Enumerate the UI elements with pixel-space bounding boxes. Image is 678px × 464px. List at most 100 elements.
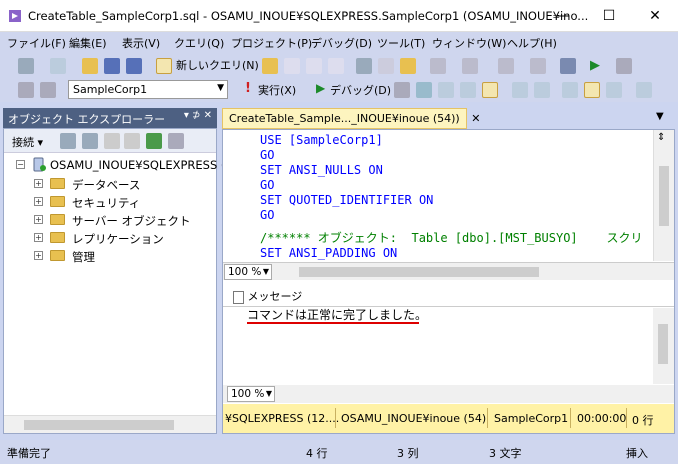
query-designer-icon[interactable] <box>460 82 476 98</box>
change-connection-icon[interactable] <box>40 82 56 98</box>
undo-icon[interactable] <box>430 58 446 74</box>
folder-icon <box>50 214 65 225</box>
menu-debug[interactable]: デバッグ(D) <box>311 35 372 51</box>
cancel-query-icon[interactable] <box>394 82 410 98</box>
activity-monitor-icon[interactable] <box>560 58 576 74</box>
separator <box>570 408 571 428</box>
new-query-button[interactable]: 新しいクエリ(N) <box>176 57 259 73</box>
find-icon[interactable] <box>616 58 632 74</box>
expand-icon[interactable]: + <box>34 215 43 224</box>
scroll-thumb[interactable] <box>299 267 539 277</box>
scroll-thumb[interactable] <box>24 420 174 430</box>
editor-horizontal-scrollbar[interactable]: 100 % ▼ <box>223 262 674 280</box>
cut-icon[interactable] <box>356 58 372 74</box>
editor-zoom[interactable]: 100 % ▼ <box>224 264 272 280</box>
document-tab[interactable]: CreateTable_Sample..._INOUE¥inoue (54)) … <box>222 108 480 129</box>
collapse-icon[interactable]: − <box>16 160 25 169</box>
chevron-down-icon: ▼ <box>265 389 272 398</box>
comment-icon[interactable] <box>606 82 622 98</box>
tab-messages[interactable]: メッセージ <box>229 286 306 306</box>
results-to-file-icon[interactable] <box>584 82 600 98</box>
dmx-query-icon[interactable] <box>306 58 322 74</box>
query-file-icon[interactable] <box>262 58 278 74</box>
code-line[interactable]: USE [SampleCorp1] <box>260 133 383 148</box>
client-statistics-icon[interactable] <box>512 82 528 98</box>
scroll-thumb[interactable] <box>659 166 669 226</box>
disconnect-icon[interactable] <box>82 133 98 149</box>
tab-dropdown-icon[interactable]: ▼ <box>656 111 664 122</box>
copy-icon[interactable] <box>378 58 394 74</box>
execute-button[interactable]: 実行(X) <box>258 82 296 98</box>
new-project-icon[interactable] <box>18 58 34 74</box>
save-all-icon[interactable] <box>126 58 142 74</box>
chevron-down-icon: ▼ <box>262 267 269 276</box>
add-item-icon[interactable] <box>50 58 66 74</box>
start-icon[interactable]: ▶ <box>590 58 600 73</box>
navigate-back-icon[interactable] <box>498 58 514 74</box>
scroll-thumb[interactable] <box>658 324 668 364</box>
refresh-icon[interactable] <box>146 133 162 149</box>
expand-icon[interactable]: + <box>34 251 43 260</box>
code-line[interactable]: SET ANSI_PADDING ON <box>260 246 397 261</box>
activity-icon[interactable] <box>168 133 184 149</box>
status-line: 4 行 <box>306 447 328 460</box>
save-icon[interactable] <box>104 58 120 74</box>
code-line[interactable]: GO <box>260 148 274 163</box>
editor-vertical-scrollbar[interactable]: ⇕ <box>653 130 674 261</box>
split-icon[interactable]: ⇕ <box>657 132 665 143</box>
ssms-app-icon <box>9 10 21 22</box>
code-line[interactable]: SET QUOTED_IDENTIFIER ON <box>260 193 433 208</box>
results-to-text-icon[interactable] <box>534 82 550 98</box>
results-to-grid-icon[interactable] <box>562 82 578 98</box>
code-line[interactable]: GO <box>260 208 274 223</box>
folder-icon <box>50 196 65 207</box>
pin-close-icon[interactable]: ▾ ⊅ ✕ <box>184 110 212 121</box>
results-zoom[interactable]: 100 % ▼ <box>227 386 275 402</box>
close-button[interactable]: ✕ <box>632 0 678 32</box>
stop-icon[interactable] <box>104 133 120 149</box>
tab-close-icon[interactable]: ✕ <box>471 112 480 125</box>
include-plan-icon[interactable] <box>482 82 498 98</box>
separator <box>487 408 488 428</box>
redo-icon[interactable] <box>462 58 478 74</box>
status-character: 3 文字 <box>489 447 522 460</box>
horizontal-scrollbar[interactable] <box>4 415 216 433</box>
menu-file[interactable]: ファイル(F) <box>7 35 66 51</box>
menu-help[interactable]: ヘルプ(H) <box>507 35 557 51</box>
message-icon <box>233 290 244 304</box>
available-databases-select[interactable]: SampleCorp1 ▼ <box>68 80 228 99</box>
separator <box>626 408 627 428</box>
open-folder-icon[interactable] <box>82 58 98 74</box>
code-line[interactable]: GO <box>260 178 274 193</box>
paste-icon[interactable] <box>400 58 416 74</box>
code-line[interactable]: SET ANSI_NULLS ON <box>260 163 383 178</box>
code-comment-line[interactable]: /****** オブジェクト: Table [dbo].[MST_BUSYO] … <box>260 231 643 246</box>
database-name: SampleCorp1 <box>73 83 148 96</box>
minimize-button[interactable]: — <box>540 0 586 32</box>
mdx-query-icon[interactable] <box>284 58 300 74</box>
status-rows: 0 行 <box>632 414 654 427</box>
filter-icon[interactable] <box>124 133 140 149</box>
menu-window[interactable]: ウィンドウ(W) <box>432 35 506 51</box>
expand-icon[interactable]: + <box>34 197 43 206</box>
expand-icon[interactable]: + <box>34 233 43 242</box>
maximize-button[interactable]: ☐ <box>586 0 632 32</box>
results-vertical-scrollbar[interactable] <box>653 308 674 384</box>
results-horizontal-scrollbar[interactable]: 100 % ▼ <box>223 385 674 403</box>
connect-icon[interactable] <box>18 82 34 98</box>
xmla-query-icon[interactable] <box>328 58 344 74</box>
connect-object-icon[interactable] <box>60 133 76 149</box>
menu-query[interactable]: クエリ(Q) <box>174 35 224 51</box>
menu-project[interactable]: プロジェクト(P) <box>231 35 312 51</box>
connect-dropdown[interactable]: 接続 ▾ <box>12 134 43 150</box>
menu-view[interactable]: 表示(V) <box>122 35 160 51</box>
debug-button[interactable]: デバッグ(D) <box>330 82 391 98</box>
object-explorer-panel: 接続 ▾ − OSAMU_INOUE¥SQLEXPRESS (S + データベー… <box>3 128 233 434</box>
menu-tools[interactable]: ツール(T) <box>377 35 425 51</box>
estimated-plan-icon[interactable] <box>438 82 454 98</box>
menu-edit[interactable]: 編集(E) <box>69 35 107 51</box>
navigate-forward-icon[interactable] <box>530 58 546 74</box>
indent-icon[interactable] <box>636 82 652 98</box>
parse-icon[interactable] <box>416 82 432 98</box>
expand-icon[interactable]: + <box>34 179 43 188</box>
